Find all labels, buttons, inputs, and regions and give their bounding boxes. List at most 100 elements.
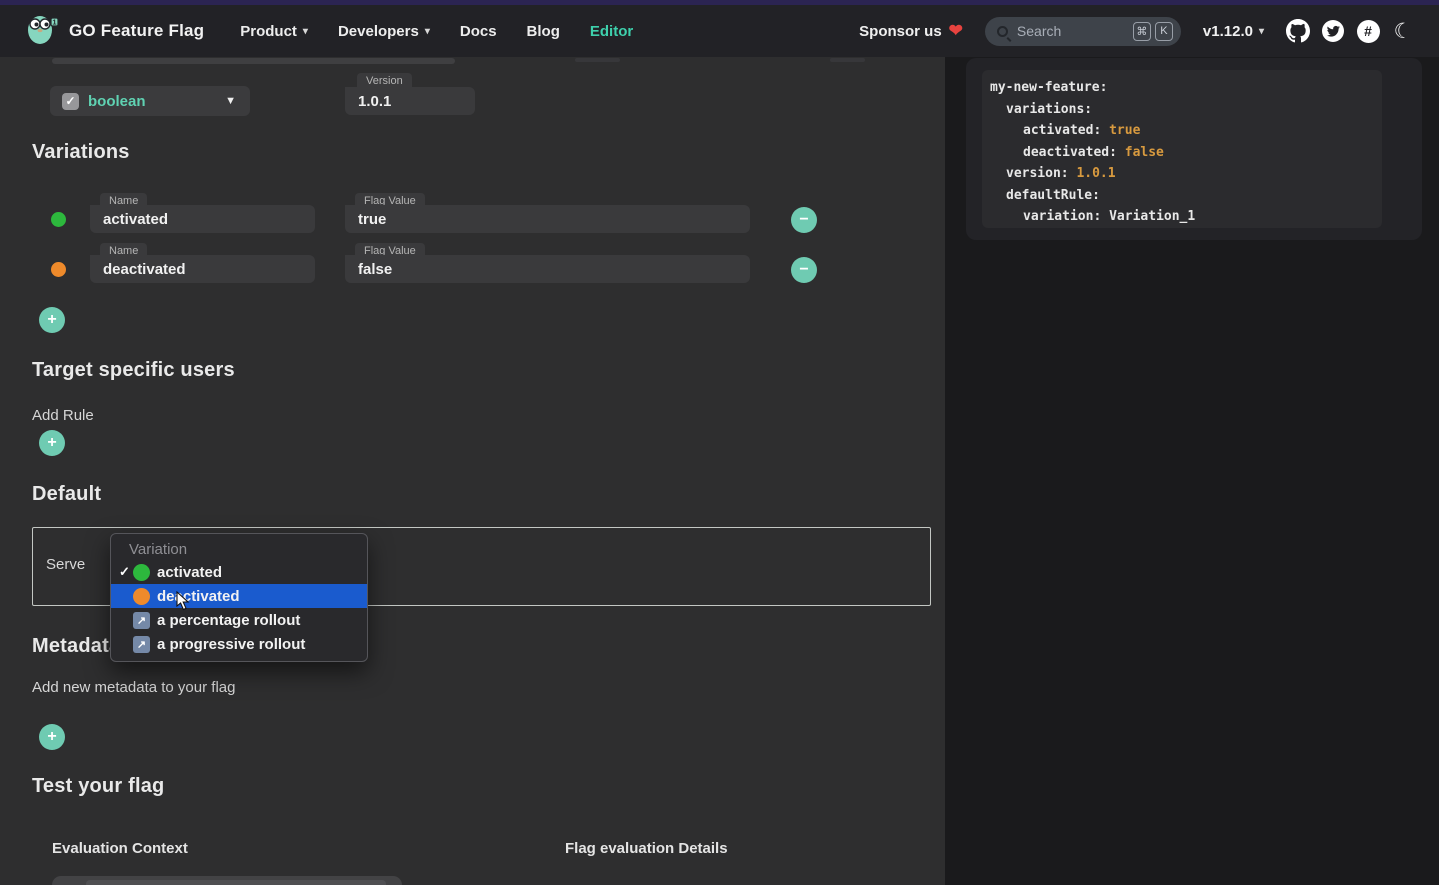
minus-icon: −	[799, 261, 808, 279]
add-metadata-button[interactable]: +	[39, 724, 65, 750]
nav-item-label: Editor	[590, 23, 633, 40]
version-field[interactable]: 1.0.1	[345, 87, 475, 115]
nav-item-product[interactable]: Product ▾	[240, 23, 308, 40]
version-field-value: 1.0.1	[358, 93, 391, 110]
github-icon[interactable]	[1286, 19, 1310, 43]
variation-name-field[interactable]: activated	[90, 205, 315, 233]
variation-name-value: deactivated	[103, 261, 186, 278]
slack-icon[interactable]: #	[1356, 19, 1380, 43]
version-label: v1.12.0	[1203, 23, 1253, 40]
checked-checkbox-icon: ✓	[62, 93, 79, 110]
variation-color-dot	[51, 212, 66, 227]
orange-dot-icon	[133, 588, 150, 605]
chevron-down-icon: ▾	[1259, 26, 1264, 37]
sponsor-label: Sponsor us	[859, 23, 942, 40]
dropdown-group-header: Variation	[111, 538, 367, 560]
plus-icon: +	[47, 311, 56, 329]
nav-item-label: Blog	[527, 23, 560, 40]
yaml-line: version: 1.0.1	[990, 163, 1374, 185]
svg-text:1: 1	[52, 17, 56, 26]
search-icon	[997, 26, 1008, 37]
cutoff-field-bottom	[575, 58, 620, 62]
navbar: 1 GO Feature Flag Product ▾ Developers ▾…	[0, 5, 1439, 57]
chevron-down-icon: ▾	[303, 26, 308, 37]
remove-variation-button[interactable]: −	[791, 207, 817, 233]
yaml-line: variations:	[990, 99, 1374, 121]
nav-item-label: Docs	[460, 23, 497, 40]
variation-value-field[interactable]: true	[345, 205, 750, 233]
search-input[interactable]	[1017, 23, 1129, 39]
add-rule-button[interactable]: +	[39, 430, 65, 456]
dark-mode-moon-icon[interactable]: ☾	[1391, 19, 1415, 43]
nav-links: Product ▾ Developers ▾ Docs Blog Editor	[240, 23, 633, 40]
nav-right-cluster: Sponsor us ❤ ⌘ K v1.12.0 ▾	[859, 17, 1415, 46]
metadata-heading: Metadata	[32, 635, 120, 658]
variation-color-dot	[51, 262, 66, 277]
flag-type-value: boolean	[88, 93, 146, 110]
evaluation-context-editor[interactable]	[52, 876, 402, 885]
brand[interactable]: 1 GO Feature Flag	[24, 12, 204, 51]
default-heading: Default	[32, 483, 101, 506]
search-box[interactable]: ⌘ K	[985, 17, 1181, 46]
version-field-label: Version	[357, 73, 412, 88]
serve-label: Serve	[46, 556, 85, 573]
page-body: ✓ boolean ▼ Version 1.0.1 Variations Nam…	[0, 57, 1439, 885]
green-dot-icon	[133, 564, 150, 581]
dropdown-item-progressive-rollout[interactable]: ↗ a progressive rollout	[111, 632, 367, 656]
minus-icon: −	[799, 211, 808, 229]
dropdown-item-deactivated[interactable]: deactivated	[111, 584, 367, 608]
add-rule-label: Add Rule	[32, 407, 94, 424]
nav-item-developers[interactable]: Developers ▾	[338, 23, 430, 40]
target-users-heading: Target specific users	[32, 359, 235, 382]
evaluation-context-heading: Evaluation Context	[52, 840, 188, 857]
variation-name-field[interactable]: deactivated	[90, 255, 315, 283]
yaml-preview-card: my-new-feature: variations: activated: t…	[966, 58, 1422, 240]
nav-icons: # ☾	[1286, 19, 1415, 43]
variation-value: true	[358, 211, 386, 228]
variation-value: false	[358, 261, 392, 278]
chevron-down-icon: ▼	[225, 95, 236, 107]
dropdown-item-percentage-rollout[interactable]: ↗ a percentage rollout	[111, 608, 367, 632]
check-icon: ✓	[116, 564, 133, 580]
gopher-logo-icon: 1	[24, 12, 60, 51]
cutoff-field-bottom	[830, 58, 865, 62]
rollout-arrow-icon: ↗	[133, 636, 150, 653]
flag-type-select[interactable]: ✓ boolean ▼	[50, 86, 250, 116]
nav-item-blog[interactable]: Blog	[527, 23, 560, 40]
dropdown-item-label: activated	[157, 564, 222, 581]
yaml-line: variation: Variation_1	[990, 206, 1374, 228]
variations-heading: Variations	[32, 141, 130, 164]
plus-icon: +	[47, 434, 56, 452]
flag-evaluation-details-heading: Flag evaluation Details	[565, 840, 728, 857]
variation-value-field[interactable]: false	[345, 255, 750, 283]
nav-item-editor[interactable]: Editor	[590, 23, 633, 40]
add-variation-button[interactable]: +	[39, 307, 65, 333]
yaml-code-block[interactable]: my-new-feature: variations: activated: t…	[982, 70, 1382, 228]
rollout-arrow-icon: ↗	[133, 612, 150, 629]
dropdown-item-activated[interactable]: ✓ activated	[111, 560, 367, 584]
red-heart-icon: ❤	[949, 21, 963, 41]
mouse-cursor	[176, 591, 191, 616]
variation-name-value: activated	[103, 211, 168, 228]
twitter-icon[interactable]	[1321, 19, 1345, 43]
dropdown-item-label: a progressive rollout	[157, 636, 305, 653]
metadata-subtitle: Add new metadata to your flag	[32, 679, 235, 696]
editor-scrollbar-track	[86, 880, 386, 885]
cutoff-field-bottom	[52, 58, 455, 64]
dropdown-item-label: deactivated	[157, 588, 240, 605]
yaml-line: my-new-feature:	[990, 77, 1374, 99]
chevron-down-icon: ▾	[425, 26, 430, 37]
k-key-badge: K	[1155, 22, 1173, 41]
test-flag-heading: Test your flag	[32, 775, 164, 798]
nav-item-label: Product	[240, 23, 297, 40]
sponsor-us-link[interactable]: Sponsor us ❤	[859, 21, 963, 41]
yaml-line: deactivated: false	[990, 142, 1374, 164]
version-dropdown[interactable]: v1.12.0 ▾	[1203, 23, 1264, 40]
cmd-key-badge: ⌘	[1133, 22, 1151, 41]
remove-variation-button[interactable]: −	[791, 257, 817, 283]
yaml-line: activated: true	[990, 120, 1374, 142]
nav-item-label: Developers	[338, 23, 419, 40]
plus-icon: +	[47, 728, 56, 746]
variation-dropdown-menu: Variation ✓ activated deactivated ↗ a pe…	[110, 533, 368, 662]
nav-item-docs[interactable]: Docs	[460, 23, 497, 40]
